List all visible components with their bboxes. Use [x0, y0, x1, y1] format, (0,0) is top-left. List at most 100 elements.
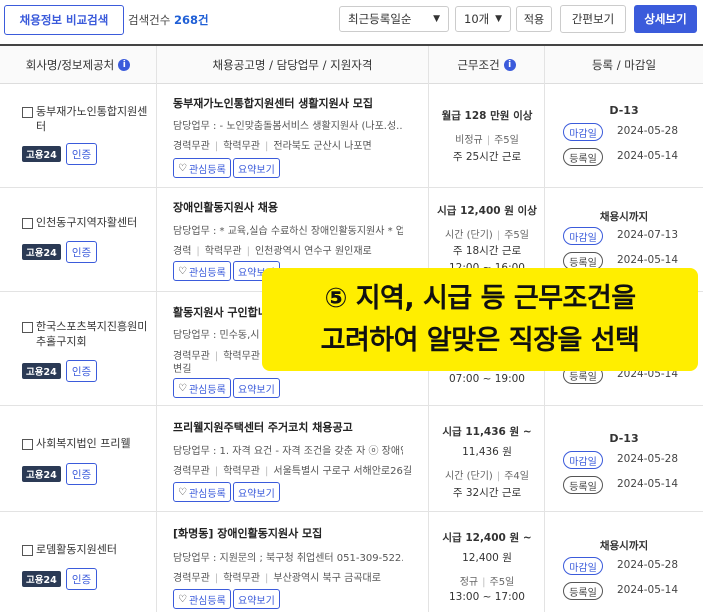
table-row: 사회복지법인 프리웰 고용24 인증 프리웰지원주택센터 주거코치 채용공고 담…	[0, 406, 703, 512]
company-name[interactable]: 인천동구지역자활센터	[36, 215, 154, 230]
hours: 주 32시간 근로	[452, 487, 522, 499]
education: 학력무관	[223, 466, 260, 477]
favorite-button[interactable]: ♡ 관심등록	[173, 482, 231, 502]
column-header-company: 회사명/정보제공처 i	[0, 46, 157, 84]
table-row: 동부재가노인통합지원센터 고용24 인증 동부재가노인통합지원센터 생활지원사 …	[0, 84, 703, 188]
days: 주4일	[504, 471, 529, 482]
instruction-line-2: 고려하여 알맞은 직장을 선택	[320, 324, 640, 356]
instruction-line-1: ⑤ 지역, 시급 등 근무조건을	[324, 282, 636, 314]
location: 서울특별시 구로구 서해안로26길	[273, 466, 413, 477]
due-date: 2024-05-28	[617, 453, 679, 465]
career: 경력무관	[173, 573, 210, 584]
job-meta: 경력 | 학력무관 | 인천광역시 연수구 원인재로	[173, 246, 372, 257]
goyong24-badge: 고용24	[22, 571, 61, 587]
location: 인천광역시 연수구 원인재로	[254, 246, 372, 257]
goyong24-badge: 고용24	[22, 244, 61, 260]
company-name[interactable]: 한국스포츠복지진흥원미추홀구지회	[36, 319, 154, 349]
info-icon[interactable]: i	[503, 59, 516, 71]
job-title-link[interactable]: 프리웰지원주택센터 주거코치 채용공고	[173, 419, 353, 435]
title-cell: [화명동] 장애인활동지원사 모집 담당업무 : 지원문의 ; 북구청 취업센터…	[157, 512, 429, 612]
column-header-dates-label: 등록 / 마감일	[591, 58, 657, 72]
job-title-link[interactable]: [화명동] 장애인활동지원사 모집	[173, 525, 322, 541]
row-checkbox[interactable]	[22, 218, 33, 229]
column-header-condition-label: 근무조건	[457, 58, 500, 72]
company-cell: 인천동구지역자활센터 고용24 인증	[0, 188, 157, 291]
cert-badge: 인증	[66, 143, 97, 165]
heart-icon: ♡	[178, 162, 187, 174]
registered-pill: 등록일	[563, 148, 603, 166]
company-name[interactable]: 사회복지법인 프리웰	[36, 436, 154, 451]
title-cell: 동부재가노인통합지원센터 생활지원사 모집 담당업무 : - 노인맞춤돌봄서비스…	[157, 84, 429, 187]
registered-pill: 등록일	[563, 476, 603, 494]
heart-icon: ♡	[178, 486, 187, 498]
search-count-value: 268건	[173, 13, 209, 27]
favorite-label: 관심등록	[188, 164, 226, 176]
employment: 시간 (단기)	[445, 230, 493, 241]
days: 주5일	[489, 577, 515, 588]
company-name[interactable]: 로뎀활동지원센터	[36, 542, 154, 557]
employment-days: 시간 (단기) | 주4일	[445, 471, 529, 482]
education: 학력무관	[223, 351, 260, 362]
info-icon[interactable]: i	[118, 59, 131, 71]
heart-icon: ♡	[178, 382, 187, 394]
chevron-down-icon: ▼	[495, 14, 502, 24]
job-title-link[interactable]: 장애인활동지원사 채용	[173, 199, 278, 215]
job-duty: 담당업무 : 1. 자격 요건 - 자격 조건을 갖춘 자 ⓞ 장애인...	[173, 446, 403, 457]
due-pill: 마감일	[563, 227, 603, 245]
job-title-link[interactable]: 동부재가노인통합지원센터 생활지원사 모집	[173, 95, 373, 111]
compare-search-button[interactable]: 채용정보 비교검색	[4, 5, 124, 35]
favorite-button[interactable]: ♡ 관심등록	[173, 158, 231, 178]
hours: 주 18시간 근로	[452, 245, 522, 257]
company-name[interactable]: 동부재가노인통합지원센터	[36, 104, 154, 134]
due-pill: 마감일	[563, 123, 603, 141]
summary-button[interactable]: 요약보기	[233, 589, 280, 609]
summary-button[interactable]: 요약보기	[233, 482, 280, 502]
row-checkbox[interactable]	[22, 439, 33, 450]
date-cell: D-13 마감일 2024-05-28 등록일 2024-05-14	[545, 84, 703, 187]
dday: D-13	[609, 104, 639, 117]
favorite-label: 관심등록	[188, 384, 226, 396]
company-cell: 한국스포츠복지진흥원미추홀구지회 고용24 인증	[0, 292, 157, 405]
company-cell: 로뎀활동지원센터 고용24 인증	[0, 512, 157, 612]
job-title-link[interactable]: 활동지원사 구인합니	[173, 304, 268, 320]
goyong24-badge: 고용24	[22, 466, 61, 482]
due-date: 2024-07-13	[617, 229, 679, 241]
work-time: 13:00 ~ 17:00	[449, 591, 525, 603]
employment: 비정규	[455, 135, 483, 146]
goyong24-badge: 고용24	[22, 363, 61, 379]
apply-button[interactable]: 적용	[516, 6, 552, 32]
employment-days: 시간 (단기) | 주5일	[445, 230, 529, 241]
cert-badge: 인증	[66, 360, 97, 382]
company-cell: 동부재가노인통합지원센터 고용24 인증	[0, 84, 157, 187]
due-pill: 마감일	[563, 557, 603, 575]
row-checkbox[interactable]	[22, 322, 33, 333]
page-size-select[interactable]: 10개 ▼	[455, 6, 511, 32]
favorite-button[interactable]: ♡ 관심등록	[173, 261, 231, 281]
table-header: 회사명/정보제공처 i 채용공고명 / 담당업무 / 지원자격 근무조건 i 등…	[0, 44, 703, 84]
work-time: 07:00 ~ 19:00	[449, 373, 525, 385]
company-cell: 사회복지법인 프리웰 고용24 인증	[0, 406, 157, 511]
row-checkbox[interactable]	[22, 545, 33, 556]
employment: 시간 (단기)	[445, 471, 493, 482]
row-checkbox[interactable]	[22, 107, 33, 118]
date-cell: 채용시까지 마감일 2024-05-28 등록일 2024-05-14	[545, 512, 703, 612]
sort-select[interactable]: 최근등록일순 ▼	[339, 6, 449, 32]
condition-cell: 월급 128 만원 이상 비정규 | 주5일 주 25시간 근로	[429, 84, 545, 187]
detail-view-button[interactable]: 상세보기	[634, 5, 697, 33]
sort-select-value: 최근등록일순	[348, 12, 412, 26]
toolbar: 채용정보 비교검색 검색건수 268건 최근등록일순 ▼ 10개 ▼ 적용 간편…	[0, 0, 703, 44]
pay-value: 시급 12,400 원 ~	[442, 532, 532, 544]
favorite-button[interactable]: ♡ 관심등록	[173, 589, 231, 609]
favorite-label: 관심등록	[188, 595, 226, 607]
favorite-label: 관심등록	[188, 267, 226, 279]
location: 전라북도 군산시 나포면	[273, 141, 372, 152]
goyong24-badge: 고용24	[22, 146, 61, 162]
summary-button[interactable]: 요약보기	[233, 378, 280, 398]
days: 주5일	[504, 230, 529, 241]
favorite-button[interactable]: ♡ 관심등록	[173, 378, 231, 398]
simple-view-button[interactable]: 간편보기	[560, 5, 626, 33]
pay-value: 월급 128 만원 이상	[441, 110, 533, 122]
pay-value: 시급 11,436 원 ~	[442, 426, 532, 438]
summary-button[interactable]: 요약보기	[233, 158, 280, 178]
employment: 정규	[459, 577, 479, 588]
